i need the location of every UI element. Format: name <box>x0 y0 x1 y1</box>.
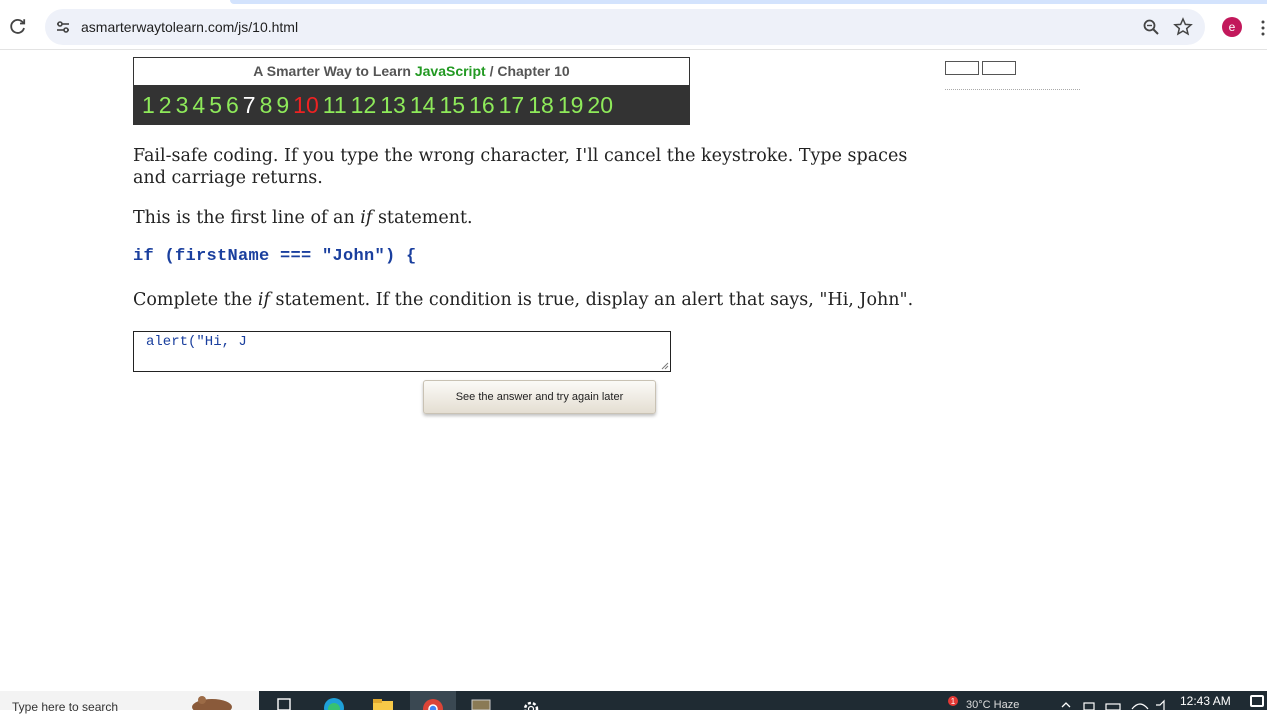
title-brand[interactable]: JavaScript <box>415 63 486 79</box>
edge-icon[interactable] <box>322 695 346 710</box>
chapter-link: 10 <box>293 92 319 118</box>
chapter-link[interactable]: 2 <box>159 92 172 118</box>
chapter-link[interactable]: 18 <box>528 92 554 118</box>
windows-taskbar: Type here to search 1 30°C Haze 12:43 AM <box>0 691 1267 714</box>
intro-after: statement. <box>372 208 473 228</box>
intro-text: This is the first line of an if statemen… <box>133 207 473 229</box>
chapter-link[interactable]: 16 <box>469 92 495 118</box>
chapter-link[interactable]: 13 <box>380 92 406 118</box>
chapter-link[interactable]: 9 <box>276 92 289 118</box>
bookmark-star-icon[interactable] <box>1173 17 1193 37</box>
answer-value[interactable]: alert("Hi, J <box>146 334 247 350</box>
browser-toolbar: asmarterwaytolearn.com/js/10.html e <box>0 6 1267 50</box>
task-view-icon[interactable] <box>273 695 297 710</box>
chapter-link[interactable]: 17 <box>499 92 525 118</box>
resize-grip-icon[interactable] <box>661 362 669 370</box>
chapter-header: A Smarter Way to Learn JavaScript / Chap… <box>133 57 690 125</box>
answer-textarea[interactable]: alert("Hi, J <box>133 331 671 372</box>
chapter-link[interactable]: 3 <box>176 92 189 118</box>
address-bar[interactable]: asmarterwaytolearn.com/js/10.html <box>45 9 1205 45</box>
chapter-link[interactable]: 4 <box>192 92 205 118</box>
intro-keyword: if <box>360 208 373 228</box>
system-tray-icons[interactable] <box>1060 695 1170 710</box>
chapter-link[interactable]: 15 <box>439 92 465 118</box>
notification-icon[interactable] <box>1250 695 1264 707</box>
reload-icon[interactable] <box>8 17 28 37</box>
see-answer-button[interactable]: See the answer and try again later <box>423 380 656 414</box>
chapter-link[interactable]: 5 <box>209 92 222 118</box>
title-prefix: A Smarter Way to Learn <box>253 63 411 79</box>
task-before: Complete the <box>133 290 258 310</box>
divider <box>945 89 1080 91</box>
intro-before: This is the first line of an <box>133 208 361 228</box>
widget-badge: 1 <box>951 697 956 706</box>
taskbar-search[interactable]: Type here to search <box>0 691 259 714</box>
chapter-link[interactable]: 7 <box>243 92 256 118</box>
chapter-link[interactable]: 20 <box>587 92 613 118</box>
task-text: Complete the if statement. If the condit… <box>133 289 913 311</box>
chapter-link[interactable]: 12 <box>351 92 377 118</box>
code-example: if (firstName === "John") { <box>133 247 417 266</box>
chapter-link[interactable]: 19 <box>558 92 584 118</box>
search-highlight-icon <box>192 696 232 710</box>
chapter-link[interactable]: 1 <box>142 92 155 118</box>
instructions-text: Fail-safe coding. If you type the wrong … <box>133 146 908 188</box>
chapter-links: 1 2 3 4 5 6 7 8 9 10 11 12 13 14 15 16 17 18 19 20 <box>142 89 617 121</box>
chapter-link[interactable]: 8 <box>260 92 273 118</box>
task-keyword: if <box>257 290 270 310</box>
ad-box[interactable] <box>982 61 1016 75</box>
browser-menu-icon[interactable] <box>1259 20 1267 36</box>
chapter-label: Chapter 10 <box>497 63 570 79</box>
search-placeholder[interactable]: Type here to search <box>12 700 118 714</box>
task-after: statement. If the condition is true, dis… <box>269 290 914 310</box>
chapter-link[interactable]: 14 <box>410 92 436 118</box>
url-text[interactable]: asmarterwaytolearn.com/js/10.html <box>81 19 298 35</box>
chapter-nav: 1 2 3 4 5 6 7 8 9 10 11 12 13 14 15 16 17 18 19 20 <box>133 85 690 125</box>
settings-gear-icon[interactable] <box>519 695 543 710</box>
header-title: A Smarter Way to Learn JavaScript / Chap… <box>134 58 689 85</box>
chapter-link[interactable]: 6 <box>226 92 239 118</box>
clock-time[interactable]: 12:43 AM <box>1180 694 1231 708</box>
ad-box[interactable] <box>945 61 979 75</box>
file-explorer-icon[interactable] <box>371 695 395 710</box>
chrome-icon[interactable] <box>421 695 445 710</box>
weather-text[interactable]: 30°C Haze <box>966 699 1019 711</box>
active-tab-accent <box>230 0 1267 4</box>
app-icon[interactable] <box>469 695 493 710</box>
widgets-icon[interactable]: 1 <box>940 695 960 710</box>
chapter-link[interactable]: 11 <box>323 92 347 118</box>
site-info-icon[interactable] <box>54 18 72 36</box>
title-separator: / <box>489 63 494 79</box>
profile-avatar[interactable]: e <box>1222 17 1242 37</box>
zoom-icon[interactable] <box>1142 18 1160 36</box>
